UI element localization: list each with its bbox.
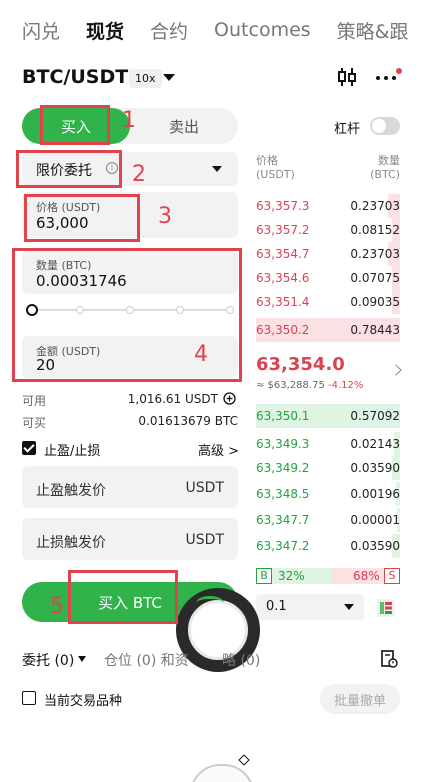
bid-row[interactable]: 63,348.5 0.00196: [256, 482, 400, 506]
sell-tab[interactable]: 卖出: [130, 108, 238, 144]
diamond-icon: [238, 754, 250, 766]
chevron-down-icon[interactable]: [163, 74, 175, 81]
stop-loss-unit: USDT: [185, 532, 224, 548]
last-price: 63,354.0: [256, 354, 345, 375]
buy-ratio: 32%: [278, 569, 305, 583]
tab-swap[interactable]: 闪兑: [22, 17, 60, 44]
tpsl-checkbox[interactable]: [22, 441, 36, 455]
bid-row[interactable]: 63,347.2 0.03590: [256, 534, 400, 558]
price-header-unit: (USDT): [256, 168, 295, 181]
advanced-link[interactable]: 高级 >: [198, 440, 239, 459]
take-profit-input[interactable]: 止盈触发价 USDT: [22, 466, 238, 508]
ask-row[interactable]: 63,354.7 0.23703: [256, 242, 400, 266]
current-pair-label: 当前交易品种: [44, 694, 123, 709]
take-profit-unit: USDT: [185, 480, 224, 496]
tab-strategies[interactable]: 略 (0): [222, 650, 260, 670]
qty-header: 数量: [378, 154, 400, 167]
bid-row[interactable]: 63,349.3 0.02143: [256, 432, 400, 456]
pair-selector[interactable]: BTC/USDT: [22, 66, 128, 88]
sell-ratio: 68%: [353, 569, 380, 583]
current-pair-checkbox[interactable]: [22, 691, 36, 705]
precision-value: 0.1: [266, 599, 287, 614]
margin-label: 杠杆: [334, 122, 361, 137]
margin-switch[interactable]: [370, 117, 400, 135]
chevron-right-icon[interactable]: [390, 364, 402, 376]
pair-row: BTC/USDT 10x: [0, 60, 422, 98]
top-nav: 闪兑 现货 合约 Outcomes 策略&跟: [0, 0, 422, 60]
ask-row[interactable]: 63,350.2 0.78443: [256, 318, 400, 342]
annotation-number-3: 3: [158, 204, 172, 229]
batch-cancel-button[interactable]: 批量撤单: [320, 684, 400, 714]
annotation-box-2: [16, 150, 122, 188]
buy-ratio-badge: B: [256, 568, 272, 584]
tab-spot[interactable]: 现货: [86, 17, 124, 44]
annotation-box-1: [40, 105, 110, 145]
last-price-sub: ≈ $63,288.75 -4.12%: [256, 380, 364, 391]
annotation-number-4: 4: [194, 342, 208, 367]
ask-row[interactable]: 63,357.3 0.23703: [256, 194, 400, 218]
tab-futures[interactable]: 合约: [150, 17, 188, 44]
qty-header-unit: (BTC): [370, 168, 400, 181]
chevron-down-icon: [344, 604, 354, 610]
stop-loss-input[interactable]: 止损触发价 USDT: [22, 518, 238, 560]
notification-dot: [396, 68, 402, 74]
candlestick-chart-icon[interactable]: [336, 66, 358, 88]
leverage-badge: 10x: [129, 69, 162, 88]
more-icon[interactable]: [374, 66, 404, 88]
available-label: 可用: [22, 394, 47, 408]
tab-outcomes[interactable]: Outcomes: [214, 19, 311, 41]
orderbook-layout-icon[interactable]: [374, 596, 398, 620]
tab-strategy[interactable]: 策略&跟: [337, 17, 409, 44]
ask-row[interactable]: 63,357.2 0.08152: [256, 218, 400, 242]
ask-row[interactable]: 63,354.6 0.07075: [256, 266, 400, 290]
buy-sell-ratio: B 32% 68% S: [256, 568, 400, 584]
chevron-down-icon[interactable]: [78, 656, 86, 662]
price-header: 价格: [256, 154, 278, 167]
bottom-tabs: 委托 (0) 仓位 (0) 和资 略 (0): [22, 650, 402, 670]
bid-row[interactable]: 63,350.1 0.57092: [256, 404, 400, 428]
take-profit-placeholder: 止盈触发价: [36, 483, 106, 499]
bid-row[interactable]: 63,347.7 0.00001: [256, 508, 400, 532]
order-history-icon[interactable]: [380, 650, 398, 668]
precision-select[interactable]: 0.1: [256, 594, 364, 620]
sell-ratio-badge: S: [384, 568, 400, 584]
can-buy-value: 0.01613679 BTC: [138, 414, 238, 428]
chevron-down-icon: [212, 166, 222, 172]
available-row: 可用 1,016.61 USDT: [22, 392, 238, 409]
annotation-number-2: 2: [132, 162, 146, 187]
bottom-floating-handle[interactable]: [190, 764, 254, 782]
add-circle-icon[interactable]: [223, 392, 236, 405]
stop-loss-placeholder: 止损触发价: [36, 535, 106, 551]
annotation-number-1: 1: [122, 108, 136, 133]
tab-positions[interactable]: 仓位 (0) 和资: [104, 650, 189, 670]
annotation-number-5: 5: [50, 594, 64, 619]
annotation-box-3: [24, 194, 140, 242]
can-buy-row: 可买 0.01613679 BTC: [22, 414, 238, 431]
available-value: 1,016.61 USDT: [127, 392, 218, 406]
tab-orders[interactable]: 委托 (0): [22, 650, 74, 670]
annotation-box-5: [68, 570, 178, 624]
tpsl-label: 止盈/止损: [44, 444, 101, 459]
ask-row[interactable]: 63,351.4 0.09035: [256, 290, 400, 314]
bid-row[interactable]: 63,349.2 0.03590: [256, 456, 400, 480]
can-buy-label: 可买: [22, 416, 47, 430]
